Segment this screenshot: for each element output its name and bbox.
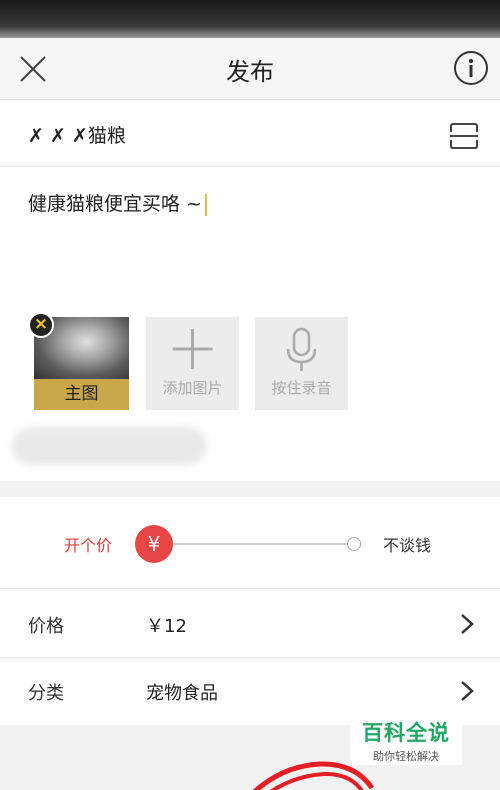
watermark-logo: 百科全说 助你轻松解决 [350, 713, 462, 765]
pricing-option-free[interactable]: 不谈钱 [383, 532, 431, 556]
pricing-slider-end [347, 537, 361, 551]
microphone-icon [286, 327, 317, 371]
record-voice-label: 按住录音 [271, 379, 332, 397]
main-image-label: 主图 [34, 379, 129, 410]
category-value: 宠物食品 [146, 683, 218, 704]
remove-image-icon[interactable]: × [28, 312, 54, 338]
post-title-field[interactable]: ✗ ✗ ✗猫粮 [28, 121, 126, 148]
category-label: 分类 [28, 683, 64, 704]
post-title-prefix: ✗ ✗ ✗ [28, 125, 88, 147]
description-text: 健康猫粮便宜买咯 ~ [28, 193, 202, 215]
status-bar [0, 0, 500, 38]
blurred-location-tag [12, 427, 207, 465]
description-field[interactable]: 健康猫粮便宜买咯 ~ [28, 189, 207, 216]
chevron-right-icon [461, 614, 474, 634]
add-image-label: 添加图片 [162, 379, 223, 397]
price-label: 价格 [28, 616, 64, 637]
price-value: ￥12 [146, 616, 187, 637]
plus-icon [172, 329, 213, 369]
scan-icon[interactable] [450, 123, 478, 149]
post-title-text: 猫粮 [87, 125, 126, 147]
price-row[interactable]: 价格 ￥12 [0, 591, 500, 658]
add-image-button[interactable]: 添加图片 [146, 317, 239, 410]
pricing-slider-track[interactable] [150, 543, 355, 545]
price-section: 开个价 ¥ 不谈钱 价格 ￥12 分类 宠物食品 [0, 497, 500, 725]
watermark-title: 百科全说 [362, 721, 450, 745]
watermark-subtitle: 助你轻松解决 [373, 750, 439, 763]
info-icon[interactable] [454, 51, 488, 85]
page-title: 发布 [226, 58, 274, 86]
title-row[interactable]: ✗ ✗ ✗猫粮 [0, 101, 500, 167]
top-nav-bar: 发布 [0, 38, 500, 100]
chevron-right-icon [461, 681, 474, 701]
text-cursor [204, 193, 207, 216]
pricing-option-negotiable[interactable]: 开个价 [64, 532, 112, 556]
pricing-mode-switch[interactable]: 开个价 ¥ 不谈钱 [0, 497, 500, 589]
post-editor-card: ✗ ✗ ✗猫粮 健康猫粮便宜买咯 ~ 主图 × 添加图片 按住录音 [0, 101, 500, 481]
record-voice-button[interactable]: 按住录音 [255, 317, 348, 410]
yuan-icon[interactable]: ¥ [135, 525, 173, 563]
